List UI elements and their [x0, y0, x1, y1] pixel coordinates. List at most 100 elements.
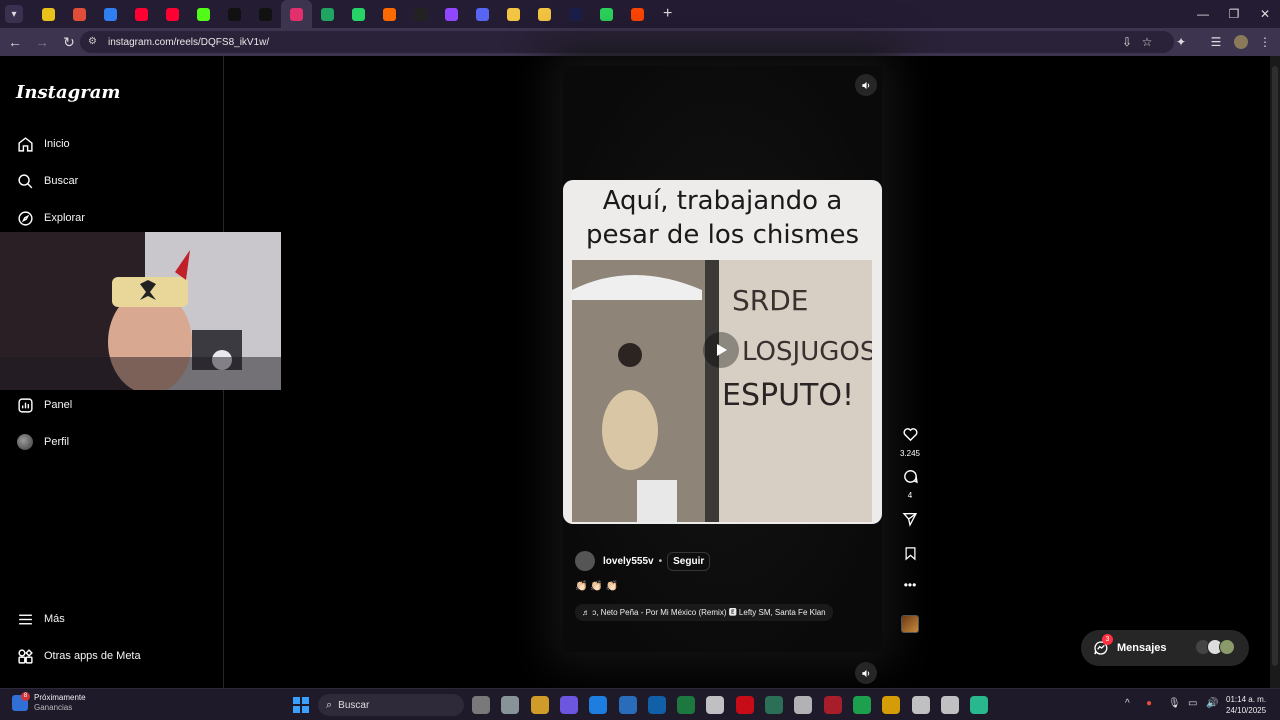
microphone-icon[interactable]: 🎙	[1168, 698, 1181, 709]
install-app-icon[interactable]: ⇩	[1118, 33, 1136, 51]
close-window-button[interactable]: ✕	[1242, 0, 1280, 28]
sidebar-item-mas[interactable]: Más	[16, 608, 216, 630]
app-icon[interactable]	[794, 696, 813, 714]
reel-video-frame[interactable]: Aquí, trabajando a pesar de los chismes …	[563, 180, 882, 524]
settings-icon[interactable]	[911, 696, 930, 714]
url-text[interactable]: instagram.com/reels/DQFS8_ikV1w/	[108, 37, 269, 48]
browser-menu-icon[interactable]: ⋮	[1256, 33, 1274, 51]
page-scrollbar[interactable]	[1270, 56, 1280, 688]
notepad-icon[interactable]	[765, 696, 783, 714]
browser-tab[interactable]	[219, 0, 250, 28]
folder-icon[interactable]	[530, 696, 549, 714]
widgets-line2: Ganancias	[34, 703, 73, 712]
xbox-icon[interactable]	[677, 696, 696, 714]
mute-button[interactable]	[855, 74, 877, 96]
browser-tab[interactable]	[343, 0, 374, 28]
steam-icon[interactable]	[940, 696, 959, 714]
comment-icon[interactable]	[902, 468, 919, 490]
clock-time: 01:14 a. m.	[1226, 695, 1267, 704]
sidebar-item-inicio[interactable]: Inicio	[16, 133, 216, 155]
sidebar-item-panel[interactable]: Panel	[16, 394, 216, 416]
browser-tab[interactable]	[374, 0, 405, 28]
avatar	[1219, 639, 1235, 655]
messages-button[interactable]: 3 Mensajes	[1081, 630, 1249, 666]
rec-icon[interactable]	[823, 696, 842, 714]
author-avatar[interactable]	[575, 551, 595, 571]
reload-button[interactable]: ↻	[57, 30, 81, 54]
forward-button[interactable]: →	[30, 30, 54, 54]
browser-tab[interactable]	[64, 0, 95, 28]
volume-icon[interactable]: 🔊	[1206, 698, 1218, 709]
site-info-icon[interactable]: ⚙	[88, 36, 100, 48]
browser-tab[interactable]	[188, 0, 219, 28]
sidebar-item-buscar[interactable]: Buscar	[16, 170, 216, 192]
store-icon[interactable]	[618, 696, 637, 714]
chrome-icon[interactable]	[882, 696, 901, 714]
reel-audio-link[interactable]: ♬ ɔ, Neto Peña - Por Mi México (Remix) 🅴…	[575, 604, 833, 621]
follow-button[interactable]: Seguir	[667, 551, 711, 571]
tab-search-dropdown-icon[interactable]: ▾	[5, 5, 23, 23]
browser-tab[interactable]	[591, 0, 622, 28]
audio-thumbnail[interactable]	[901, 615, 919, 633]
like-action: 3.245	[898, 426, 922, 458]
tray-chevron-icon[interactable]: ^	[1125, 698, 1130, 709]
comment-count[interactable]: 4	[908, 491, 912, 500]
reel-description[interactable]: 👏🏻 👏🏻 👏🏻	[575, 581, 875, 592]
reel-author-row: lovely555v • Seguir	[575, 550, 875, 572]
tab-favicon-gemini-icon	[538, 7, 551, 21]
taskbar-search[interactable]: ⌕ Buscar	[318, 694, 464, 716]
new-tab-button[interactable]: +	[663, 5, 672, 23]
edge-icon[interactable]	[589, 696, 608, 714]
widgets-button[interactable]: 8 Próximamente Ganancias	[12, 692, 86, 713]
sidebar-item-explorar[interactable]: Explorar	[16, 207, 216, 229]
windows-logo-icon	[293, 697, 309, 713]
heart-icon[interactable]	[902, 426, 919, 448]
volume-button[interactable]	[855, 662, 877, 684]
browser-tab[interactable]	[126, 0, 157, 28]
address-bar[interactable]: ⚙ instagram.com/reels/DQFS8_ikV1w/	[80, 31, 1174, 53]
play-button[interactable]	[703, 332, 739, 368]
sidebar-item-label: Buscar	[44, 175, 79, 187]
reading-list-icon[interactable]: ☰	[1207, 33, 1225, 51]
tab-favicon-whatsapp-icon	[352, 7, 365, 21]
spotify-icon[interactable]	[852, 696, 871, 714]
browser-tab[interactable]	[312, 0, 343, 28]
browser-tab[interactable]	[560, 0, 591, 28]
browser-tab[interactable]	[436, 0, 467, 28]
like-count[interactable]: 3.245	[900, 449, 920, 458]
ai-app-icon[interactable]	[559, 696, 578, 714]
browser-tab[interactable]	[33, 0, 64, 28]
scrollbar-thumb[interactable]	[1272, 66, 1278, 666]
copilot-icon[interactable]	[501, 696, 520, 714]
browser-tab[interactable]	[250, 0, 281, 28]
browser-tab[interactable]	[281, 0, 312, 28]
back-button[interactable]: ←	[3, 30, 27, 54]
browser-tab[interactable]	[467, 0, 498, 28]
more-icon[interactable]: •••	[904, 578, 917, 592]
netflix-icon[interactable]	[735, 696, 754, 714]
browser-tab[interactable]	[529, 0, 560, 28]
browser-tab[interactable]	[157, 0, 188, 28]
bookmark-star-icon[interactable]: ☆	[1138, 33, 1156, 51]
settings-icon[interactable]	[706, 696, 725, 714]
extensions-icon[interactable]: ✦	[1172, 33, 1190, 51]
browser-tab[interactable]	[95, 0, 126, 28]
send-icon[interactable]	[902, 511, 918, 532]
sidebar-item-perfil[interactable]: Perfil	[16, 431, 216, 453]
profile-avatar-icon[interactable]	[1232, 33, 1250, 51]
terminal-icon[interactable]	[970, 696, 989, 714]
start-button[interactable]	[292, 696, 310, 714]
browser-tab[interactable]	[405, 0, 436, 28]
file-explorer-icon[interactable]	[472, 696, 490, 714]
author-username[interactable]: lovely555v	[603, 556, 654, 567]
browser-tab[interactable]	[622, 0, 653, 28]
tray-app-icon[interactable]: ●	[1146, 698, 1152, 709]
sidebar-item-otras-apps[interactable]: Otras apps de Meta	[16, 645, 216, 667]
system-clock[interactable]: 01:14 a. m. 24/10/2025	[1226, 694, 1266, 716]
display-icon[interactable]: ▭	[1188, 698, 1197, 709]
home-icon	[16, 135, 34, 153]
bookmark-icon[interactable]	[903, 546, 918, 566]
outlook-icon[interactable]	[647, 696, 666, 714]
instagram-logo[interactable]: Instagram	[16, 82, 120, 103]
browser-tab[interactable]	[498, 0, 529, 28]
